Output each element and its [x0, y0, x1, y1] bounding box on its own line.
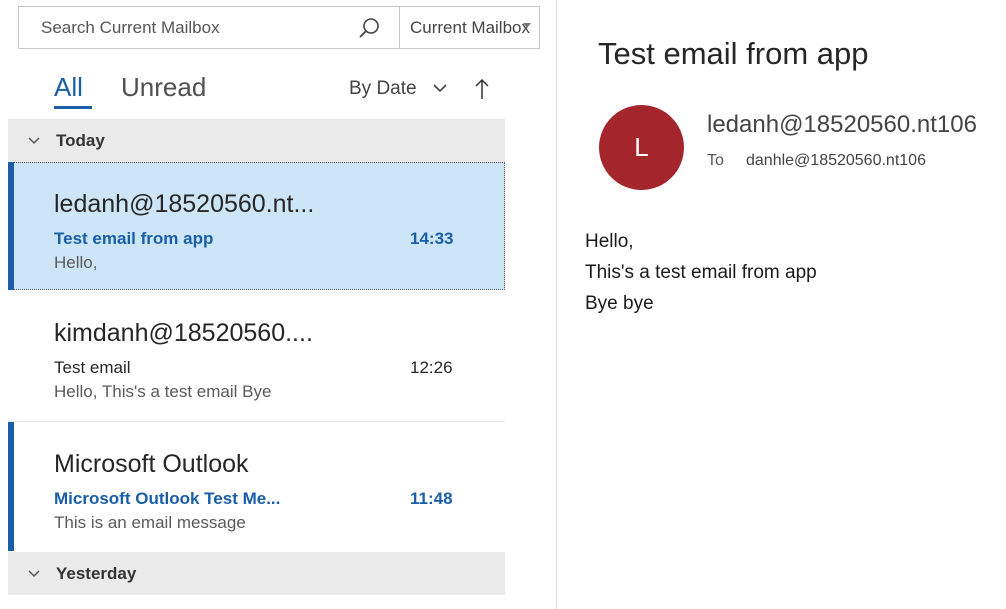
mail-sender: kimdanh@18520560.... [54, 319, 313, 347]
chevron-down-icon[interactable] [433, 80, 447, 98]
message-to-label: To [707, 152, 724, 169]
message-subject: Test email from app [598, 36, 869, 71]
group-header-today[interactable]: Today [8, 119, 505, 162]
reading-pane: Test email from app L ledanh@18520560.nt… [557, 0, 1006, 609]
mail-sender: Microsoft Outlook [54, 450, 249, 478]
chevron-down-icon [28, 569, 40, 577]
sort-direction-icon[interactable] [474, 78, 490, 105]
message-from[interactable]: ledanh@18520560.nt106 [707, 111, 977, 139]
message-list-pane: Current Mailbox All Unread By Date Today… [0, 0, 540, 609]
chevron-down-icon [28, 136, 40, 144]
group-label: Yesterday [56, 563, 137, 583]
dropdown-caret-icon [523, 23, 531, 28]
message-body-line: Bye bye [585, 293, 654, 314]
mail-time: 12:26 [410, 358, 453, 377]
mail-subject: Test email [54, 358, 131, 377]
mail-preview: Hello, This's a test email Bye [54, 382, 272, 401]
mail-time: 14:33 [410, 229, 454, 248]
sort-by-button[interactable]: By Date [349, 78, 417, 100]
group-label: Today [56, 130, 105, 150]
avatar: L [599, 105, 684, 190]
mail-subject: Microsoft Outlook Test Me... [54, 489, 281, 508]
avatar-initial: L [634, 132, 649, 162]
active-tab-underline [54, 106, 92, 109]
mail-subject: Test email from app [54, 229, 214, 248]
mail-preview: Hello, [54, 253, 98, 272]
mail-time: 11:48 [410, 489, 453, 508]
message-to[interactable]: danhle@18520560.nt106 [746, 152, 926, 170]
filter-all-tab[interactable]: All [54, 72, 83, 103]
search-input[interactable] [19, 7, 339, 48]
search-bar: Current Mailbox [18, 6, 540, 49]
filter-unread-tab[interactable]: Unread [121, 72, 206, 103]
filter-row: All Unread By Date [0, 66, 505, 112]
message-body-line: This's a test email from app [585, 262, 817, 283]
mail-item[interactable]: kimdanh@18520560.... Test email 12:26 He… [8, 291, 505, 421]
message-body-line: Hello, [585, 231, 634, 252]
group-header-yesterday[interactable]: Yesterday [8, 552, 505, 595]
mail-item[interactable]: ledanh@18520560.nt... Test email from ap… [8, 162, 505, 290]
mail-sender: ledanh@18520560.nt... [54, 190, 315, 218]
mail-item[interactable]: Microsoft Outlook Microsoft Outlook Test… [8, 422, 505, 551]
search-icon[interactable] [339, 7, 399, 48]
search-scope-label: Current Mailbox [410, 17, 530, 37]
message-body: Hello, This's a test email from app Bye … [585, 226, 817, 319]
mail-preview: This is an email message [54, 513, 246, 532]
search-scope-dropdown[interactable]: Current Mailbox [399, 7, 539, 48]
